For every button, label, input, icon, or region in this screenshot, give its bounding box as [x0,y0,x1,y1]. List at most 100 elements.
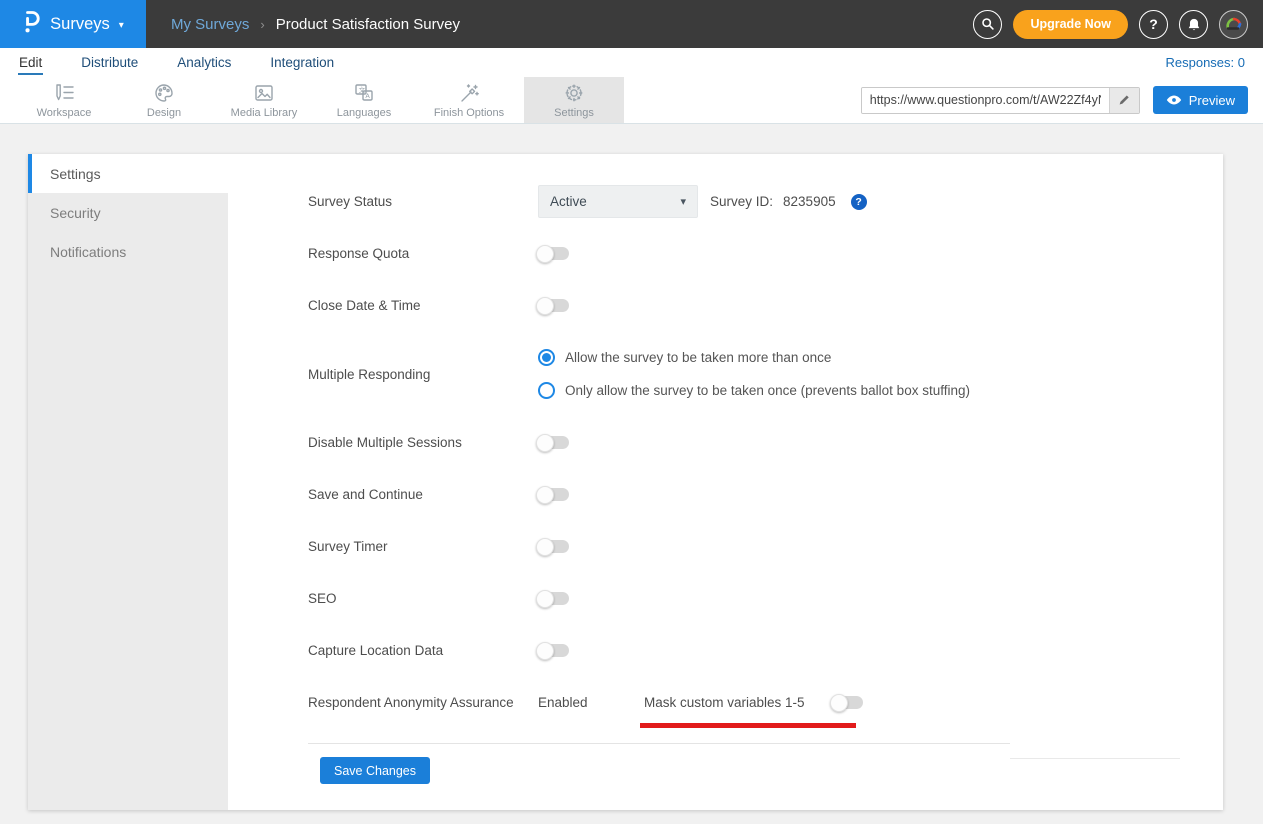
toolbar-item-label: Finish Options [434,107,504,119]
row-respondent-anonymity: Respondent Anonymity Assurance Enabled M… [308,686,1223,719]
row-response-quota: Response Quota [308,237,1223,270]
row-survey-status: Survey Status Active ▾ Survey ID: 823590… [308,185,1223,218]
seo-toggle[interactable] [538,592,569,605]
anonymity-status-value: Enabled [538,695,644,710]
toggle-knob [536,245,554,263]
survey-status-select[interactable]: Active ▾ [538,185,698,218]
mask-custom-variables-toggle[interactable] [832,696,863,709]
toolbar-item-finish-options[interactable]: Finish Options [414,77,524,123]
toolbar-item-design[interactable]: Design [114,77,214,123]
survey-status-value: Active [550,194,587,209]
search-button[interactable] [973,10,1002,39]
toolbar-item-settings[interactable]: Settings [524,77,624,123]
breadcrumb-separator-icon: › [260,17,264,32]
chevron-down-icon: ▾ [680,195,686,208]
row-seo: SEO [308,582,1223,615]
save-and-continue-toggle[interactable] [538,488,569,501]
responses-count[interactable]: Responses: 0 [1166,55,1246,70]
toolbar-item-languages[interactable]: 文 A Languages [314,77,414,123]
toolbar-item-label: Media Library [231,107,298,119]
breadcrumb-survey-title: Product Satisfaction Survey [276,16,460,33]
secondary-divider [1010,758,1180,759]
survey-status-label: Survey Status [308,194,538,209]
toggle-knob [536,590,554,608]
survey-section-nav: Edit Distribute Analytics Integration Re… [0,48,1263,77]
questionpro-logo-icon [22,9,41,40]
toggle-knob [536,538,554,556]
design-palette-icon [153,82,175,104]
product-name: Surveys [50,15,110,34]
sidebar-item-settings[interactable]: Settings [28,154,228,193]
help-button[interactable]: ? [1139,10,1168,39]
workspace-icon [52,82,76,104]
tab-edit[interactable]: Edit [18,51,43,75]
toggle-knob [536,434,554,452]
tab-analytics[interactable]: Analytics [176,51,232,75]
settings-card: Settings Security Notifications Survey S… [28,154,1223,810]
upgrade-now-button[interactable]: Upgrade Now [1013,10,1128,39]
row-save-and-continue: Save and Continue [308,478,1223,511]
close-date-time-toggle[interactable] [538,299,569,312]
languages-icon: 文 A [352,82,376,104]
radio-option-once-only[interactable]: Only allow the survey to be taken once (… [538,374,970,407]
user-avatar[interactable] [1219,10,1248,39]
pencil-icon [1117,93,1131,107]
breadcrumb-my-surveys[interactable]: My Surveys [171,16,249,33]
help-icon[interactable]: ? [851,194,867,210]
mask-custom-variables-label: Mask custom variables 1-5 [644,695,805,710]
media-library-icon [252,82,276,104]
radio-option-label: Only allow the survey to be taken once (… [565,383,970,398]
response-quota-toggle[interactable] [538,247,569,260]
toggle-knob [830,694,848,712]
save-and-continue-label: Save and Continue [308,487,538,502]
tab-integration[interactable]: Integration [269,51,335,75]
search-icon [981,17,995,31]
mask-custom-variables-group: Mask custom variables 1-5 [644,695,863,710]
row-survey-timer: Survey Timer [308,530,1223,563]
survey-timer-label: Survey Timer [308,539,538,554]
close-date-time-label: Close Date & Time [308,298,538,313]
finish-options-wand-icon [457,82,481,104]
notifications-button[interactable] [1179,10,1208,39]
multiple-responding-label: Multiple Responding [308,367,538,382]
capture-location-data-toggle[interactable] [538,644,569,657]
toolbar-item-workspace[interactable]: Workspace [14,77,114,123]
toggle-knob [536,297,554,315]
sidebar-item-security[interactable]: Security [28,193,228,232]
preview-button[interactable]: Preview [1153,86,1248,114]
footer-divider [308,743,1010,744]
toolbar-item-label: Languages [337,107,391,119]
chevron-down-icon: ▾ [119,20,124,31]
radio-button-icon[interactable] [538,382,555,399]
seo-label: SEO [308,591,538,606]
survey-id-value: 8235905 [783,194,836,209]
toolbar-item-media-library[interactable]: Media Library [214,77,314,123]
row-multiple-responding: Multiple Responding Allow the survey to … [308,341,1223,407]
breadcrumb: My Surveys › Product Satisfaction Survey [171,16,460,33]
row-close-date-time: Close Date & Time [308,289,1223,322]
response-quota-label: Response Quota [308,246,538,261]
radio-button-icon[interactable] [538,349,555,366]
survey-id-label: Survey ID: [710,194,773,209]
capture-location-data-label: Capture Location Data [308,643,538,658]
toolbar-item-label: Settings [554,107,594,119]
avatar-logo-icon [1224,14,1244,34]
radio-option-multiple-allowed[interactable]: Allow the survey to be taken more than o… [538,341,970,374]
toolbar-item-label: Workspace [37,107,92,119]
row-capture-location-data: Capture Location Data [308,634,1223,667]
tab-distribute[interactable]: Distribute [80,51,139,75]
settings-panel: Survey Status Active ▾ Survey ID: 823590… [228,154,1223,810]
survey-url-input[interactable] [862,88,1109,113]
survey-timer-toggle[interactable] [538,540,569,553]
save-changes-button[interactable]: Save Changes [320,757,430,784]
top-header-bar: Surveys ▾ My Surveys › Product Satisfact… [0,0,1263,48]
svg-text:A: A [365,91,370,99]
disable-multiple-sessions-toggle[interactable] [538,436,569,449]
survey-url-box [861,87,1140,114]
page-content: Settings Security Notifications Survey S… [0,124,1263,810]
toggle-knob [536,486,554,504]
eye-icon [1166,94,1182,106]
edit-url-button[interactable] [1109,88,1139,113]
app-logo-menu[interactable]: Surveys ▾ [0,0,146,48]
sidebar-item-notifications[interactable]: Notifications [28,232,228,271]
